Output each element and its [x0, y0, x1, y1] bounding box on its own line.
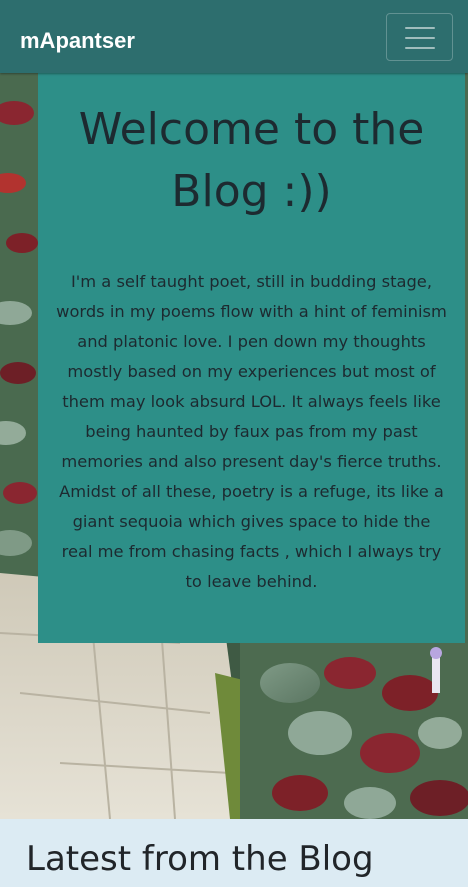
latest-posts-section: Latest from the Blog — [0, 819, 468, 887]
welcome-card: Welcome to the Blog :)) I'm a self taugh… — [38, 73, 465, 643]
brand-link[interactable]: mApantser — [20, 26, 135, 56]
navbar: mApantser — [0, 0, 468, 73]
hero-description: I'm a self taught poet, still in budding… — [56, 272, 447, 591]
hero-title: Welcome to the Blog :)) — [78, 104, 425, 217]
latest-posts-heading: Latest from the Blog — [26, 839, 374, 879]
hamburger-menu-icon — [405, 27, 435, 49]
navbar-toggle-button[interactable] — [386, 13, 453, 61]
hero-section: Welcome to the Blog :)) I'm a self taugh… — [0, 73, 468, 819]
